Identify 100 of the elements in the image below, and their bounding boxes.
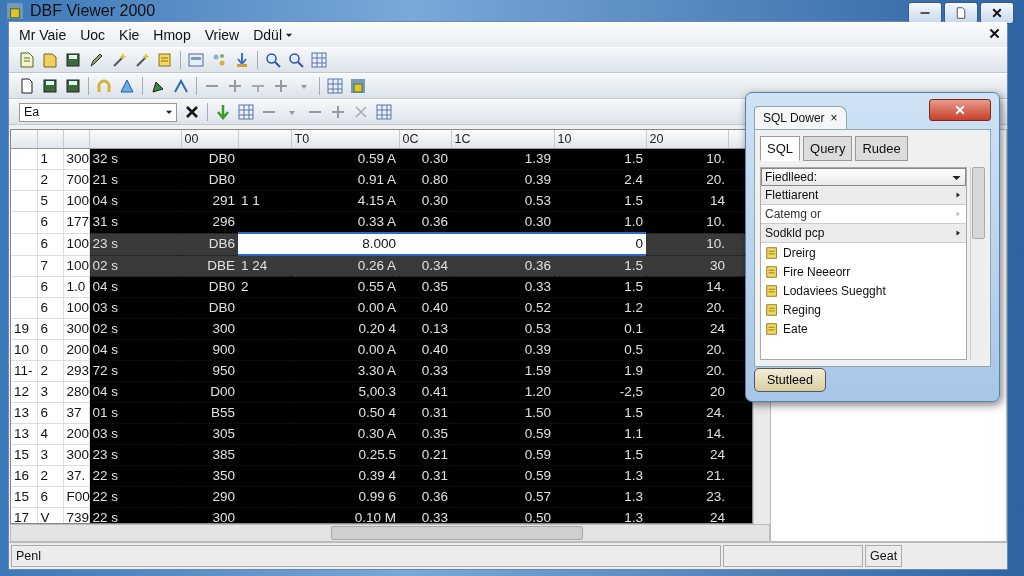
table-cell[interactable]: DB0 — [181, 297, 238, 319]
table-cell[interactable]: 2 — [238, 276, 291, 298]
table-cell[interactable]: 1.9 — [554, 360, 646, 382]
menu-item[interactable]: Sodkld pcp — [761, 224, 966, 243]
save-icon[interactable] — [65, 78, 81, 94]
form-icon[interactable] — [188, 52, 204, 68]
column-header[interactable]: T0 — [291, 130, 399, 149]
table-cell[interactable]: 1.20 — [451, 381, 554, 403]
menu-item[interactable]: Uoc — [80, 26, 106, 43]
table-cell[interactable]: 32 s — [89, 148, 181, 170]
table-cell[interactable]: 385 — [181, 444, 238, 466]
scissors-icon[interactable] — [353, 104, 369, 120]
column-header[interactable]: 0C — [399, 130, 451, 149]
table-cell[interactable]: 30 — [646, 255, 728, 277]
table-cell[interactable]: 0.50 4 — [291, 402, 399, 424]
plus-icon[interactable] — [273, 78, 289, 94]
table-cell[interactable]: 950 — [181, 360, 238, 382]
table-cell[interactable]: 0.36 — [451, 255, 554, 277]
menu-item[interactable]: Flettiarent — [761, 186, 966, 205]
table-cell[interactable]: 1.5 — [554, 402, 646, 424]
table-cell[interactable]: 01 s — [89, 402, 181, 424]
dialog-tab[interactable]: SQL Dower × — [754, 106, 847, 129]
table-cell[interactable]: -2,5 — [554, 381, 646, 403]
close-button[interactable] — [929, 99, 991, 121]
table-cell[interactable]: 14. — [646, 423, 728, 445]
table-cell[interactable]: 10. — [646, 148, 728, 170]
table-cell[interactable]: B55 — [181, 402, 238, 424]
table-cell[interactable]: 0.39 — [451, 339, 554, 361]
document-icon[interactable] — [42, 52, 58, 68]
table-cell[interactable]: 1.5 — [554, 148, 646, 170]
table-cell[interactable]: 0.20 4 — [291, 318, 399, 340]
table-cell[interactable]: 1.5 — [554, 276, 646, 298]
close-button[interactable] — [980, 2, 1014, 24]
table-cell[interactable]: 1.5 — [554, 444, 646, 466]
maximize-button[interactable] — [944, 2, 978, 24]
note-icon[interactable] — [157, 52, 173, 68]
table-cell[interactable]: 0.35 — [399, 423, 451, 445]
table-cell[interactable]: 0.40 — [399, 297, 451, 319]
table-cell[interactable]: 4.15 A — [291, 190, 399, 212]
tab[interactable]: Rudee — [855, 136, 908, 161]
table-cell[interactable]: 14 — [646, 190, 728, 212]
scrollbar-thumb[interactable] — [971, 167, 985, 239]
table-cell[interactable]: 0.31 — [399, 402, 451, 424]
table-cell[interactable]: 20 — [646, 381, 728, 403]
table-cell[interactable]: 3.30 A — [291, 360, 399, 382]
angle-icon[interactable] — [173, 78, 189, 94]
dialog-button[interactable]: Stutleed — [754, 368, 826, 392]
table-cell[interactable]: 20. — [646, 360, 728, 382]
table-cell[interactable]: 0.1 — [554, 318, 646, 340]
table-cell[interactable]: 291 — [181, 190, 238, 212]
table-cell[interactable]: 0.39 4 — [291, 465, 399, 487]
close-icon[interactable] — [988, 27, 1001, 40]
table-cell[interactable]: 0.25.5 — [291, 444, 399, 466]
table-cell[interactable]: 305 — [181, 423, 238, 445]
table-cell[interactable]: 20. — [646, 297, 728, 319]
wand-icon[interactable] — [111, 52, 127, 68]
table-cell[interactable]: 04 s — [89, 381, 181, 403]
table-cell[interactable]: 0.59 — [451, 465, 554, 487]
table-cell[interactable]: 0.52 — [451, 297, 554, 319]
grid-icon[interactable] — [327, 78, 343, 94]
table-cell[interactable]: 02 s — [89, 255, 181, 277]
table-cell[interactable]: 03 s — [89, 423, 181, 445]
menu-item[interactable]: Ddül — [253, 26, 294, 43]
table-cell[interactable]: 23. — [646, 486, 728, 508]
table-cell[interactable]: 0.30 — [399, 190, 451, 212]
filter-dropdown[interactable]: Ea — [19, 102, 177, 122]
triangle-icon[interactable] — [119, 78, 135, 94]
table-cell[interactable]: 0.35 — [399, 276, 451, 298]
table-cell[interactable]: 1 1 — [238, 190, 291, 212]
table-cell[interactable]: 0.30 A — [291, 423, 399, 445]
column-header[interactable]: 20 — [646, 130, 728, 149]
table-cell[interactable]: 0.36 — [399, 486, 451, 508]
menu-item[interactable]: Vriew — [204, 26, 240, 43]
search-icon[interactable] — [288, 52, 304, 68]
tab[interactable]: Query — [803, 136, 853, 161]
table-cell[interactable]: 02 s — [89, 318, 181, 340]
table-cell[interactable]: 0.59 — [451, 444, 554, 466]
table-cell[interactable]: 0.99 6 — [291, 486, 399, 508]
table-cell[interactable]: 0.55 A — [291, 276, 399, 298]
table-cell[interactable]: 1.1 — [554, 423, 646, 445]
new-file-icon[interactable] — [19, 52, 35, 68]
table-cell[interactable]: 24. — [646, 402, 728, 424]
table-cell[interactable]: 0.33 — [451, 276, 554, 298]
list-item[interactable]: Dreirg — [761, 243, 966, 262]
menu-item[interactable]: Kie — [119, 26, 140, 43]
table-cell[interactable]: 0.33 — [399, 360, 451, 382]
save-icon[interactable] — [65, 52, 81, 68]
table-cell[interactable]: 8.000 — [291, 233, 399, 255]
table-cell[interactable]: 0.53 — [451, 190, 554, 212]
table-cell[interactable]: 0 — [554, 233, 646, 255]
table-cell[interactable]: 04 s — [89, 339, 181, 361]
table-cell[interactable]: 0.30 — [399, 148, 451, 170]
table-cell[interactable]: 14. — [646, 276, 728, 298]
pencil-icon[interactable] — [88, 52, 104, 68]
table-cell[interactable]: 0.21 — [399, 444, 451, 466]
table-cell[interactable]: 0.91 A — [291, 169, 399, 191]
table-cell[interactable]: DBE — [181, 255, 238, 277]
plus-icon[interactable] — [330, 104, 346, 120]
table-cell[interactable]: 1.59 — [451, 360, 554, 382]
table-cell[interactable]: 290 — [181, 486, 238, 508]
